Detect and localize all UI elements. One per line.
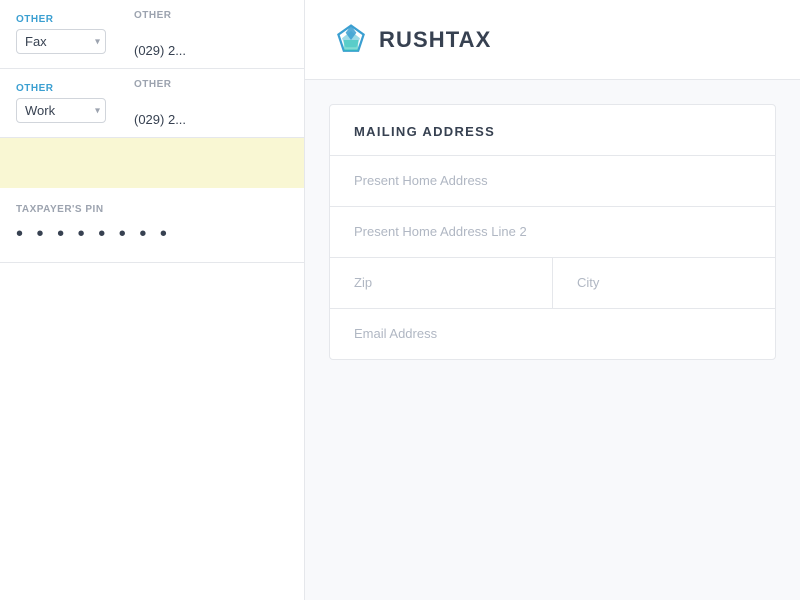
city-field[interactable] — [553, 258, 775, 308]
highlighted-row — [0, 138, 304, 188]
phone-type-label-2: OTHER — [16, 83, 126, 94]
app-header: RUSHTAX — [305, 0, 800, 80]
phone-type-select-wrapper-1[interactable]: Fax Work Home Mobile — [16, 29, 106, 54]
phone-type-select-2[interactable]: Work Fax Home Mobile — [16, 98, 106, 123]
phone-number-label-1: OTHER — [134, 10, 288, 21]
mailing-address-card: MAILING ADDRESS — [329, 104, 776, 360]
zip-input[interactable] — [354, 275, 528, 290]
phone-type-select-1[interactable]: Fax Work Home Mobile — [16, 29, 106, 54]
phone-row-2: OTHER Work Fax Home Mobile OTHER (029) 2… — [0, 69, 304, 138]
zip-field[interactable] — [330, 258, 553, 308]
address-line2-input[interactable] — [354, 224, 751, 239]
phone-type-select-wrapper-2[interactable]: Work Fax Home Mobile — [16, 98, 106, 123]
phone-row-1: OTHER Fax Work Home Mobile OTHER (029) 2… — [0, 0, 304, 69]
phone-type-label-1: OTHER — [16, 14, 126, 25]
pin-dots: • • • • • • • • — [16, 223, 288, 246]
email-input[interactable] — [354, 326, 751, 341]
left-panel: OTHER Fax Work Home Mobile OTHER (029) 2… — [0, 0, 305, 600]
app-name: RUSHTAX — [379, 27, 491, 53]
address-line2-field[interactable] — [330, 206, 775, 257]
zip-city-row — [330, 257, 775, 308]
mailing-address-header: MAILING ADDRESS — [330, 105, 775, 155]
phone-number-label-2: OTHER — [134, 79, 288, 90]
right-panel: RUSHTAX MAILING ADDRESS — [305, 0, 800, 600]
rushtax-logo-icon — [333, 22, 369, 58]
pin-label: TAXPAYER'S PIN — [16, 204, 288, 215]
section-title: MAILING ADDRESS — [354, 124, 495, 139]
phone-number-value-2: (029) 2... — [134, 94, 288, 127]
address-line1-input[interactable] — [354, 173, 751, 188]
pin-section: TAXPAYER'S PIN • • • • • • • • — [0, 188, 304, 263]
phone-number-value-1: (029) 2... — [134, 25, 288, 58]
address-line1-field[interactable] — [330, 155, 775, 206]
email-field[interactable] — [330, 308, 775, 359]
logo: RUSHTAX — [333, 22, 491, 58]
city-input[interactable] — [577, 275, 751, 290]
